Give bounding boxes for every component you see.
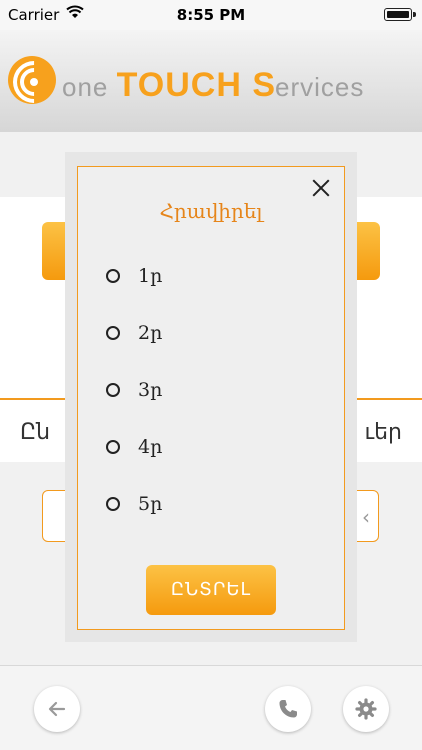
- radio-button[interactable]: [106, 497, 120, 511]
- radio-button[interactable]: [106, 383, 120, 397]
- option-5[interactable]: 5ր: [106, 491, 306, 548]
- radio-button[interactable]: [106, 440, 120, 454]
- select-button[interactable]: ԸՆՏՐԵԼ: [146, 565, 276, 615]
- option-3[interactable]: 3ր: [106, 377, 306, 434]
- dialog-frame: Հրավիրել 1ր 2ր 3ր 4ր 5ր ԸՆՏՐԵԼ: [77, 166, 345, 630]
- close-icon[interactable]: [308, 175, 334, 201]
- radio-button[interactable]: [106, 269, 120, 283]
- option-label: 3ր: [138, 379, 163, 401]
- option-1[interactable]: 1ր: [106, 263, 306, 320]
- invite-dialog: Հրավիրել 1ր 2ր 3ր 4ր 5ր ԸՆՏՐԵԼ: [65, 152, 357, 642]
- dialog-title: Հրավիրել: [159, 199, 263, 223]
- option-label: 2ր: [138, 322, 163, 344]
- radio-button[interactable]: [106, 326, 120, 340]
- option-label: 5ր: [138, 493, 163, 515]
- option-label: 4ր: [138, 436, 163, 458]
- option-2[interactable]: 2ր: [106, 320, 306, 377]
- option-4[interactable]: 4ր: [106, 434, 306, 491]
- option-label: 1ր: [138, 265, 163, 287]
- modal-backdrop: Հրավիրել 1ր 2ր 3ր 4ր 5ր ԸՆՏՐԵԼ: [0, 0, 422, 750]
- options-list: 1ր 2ր 3ր 4ր 5ր: [106, 263, 306, 548]
